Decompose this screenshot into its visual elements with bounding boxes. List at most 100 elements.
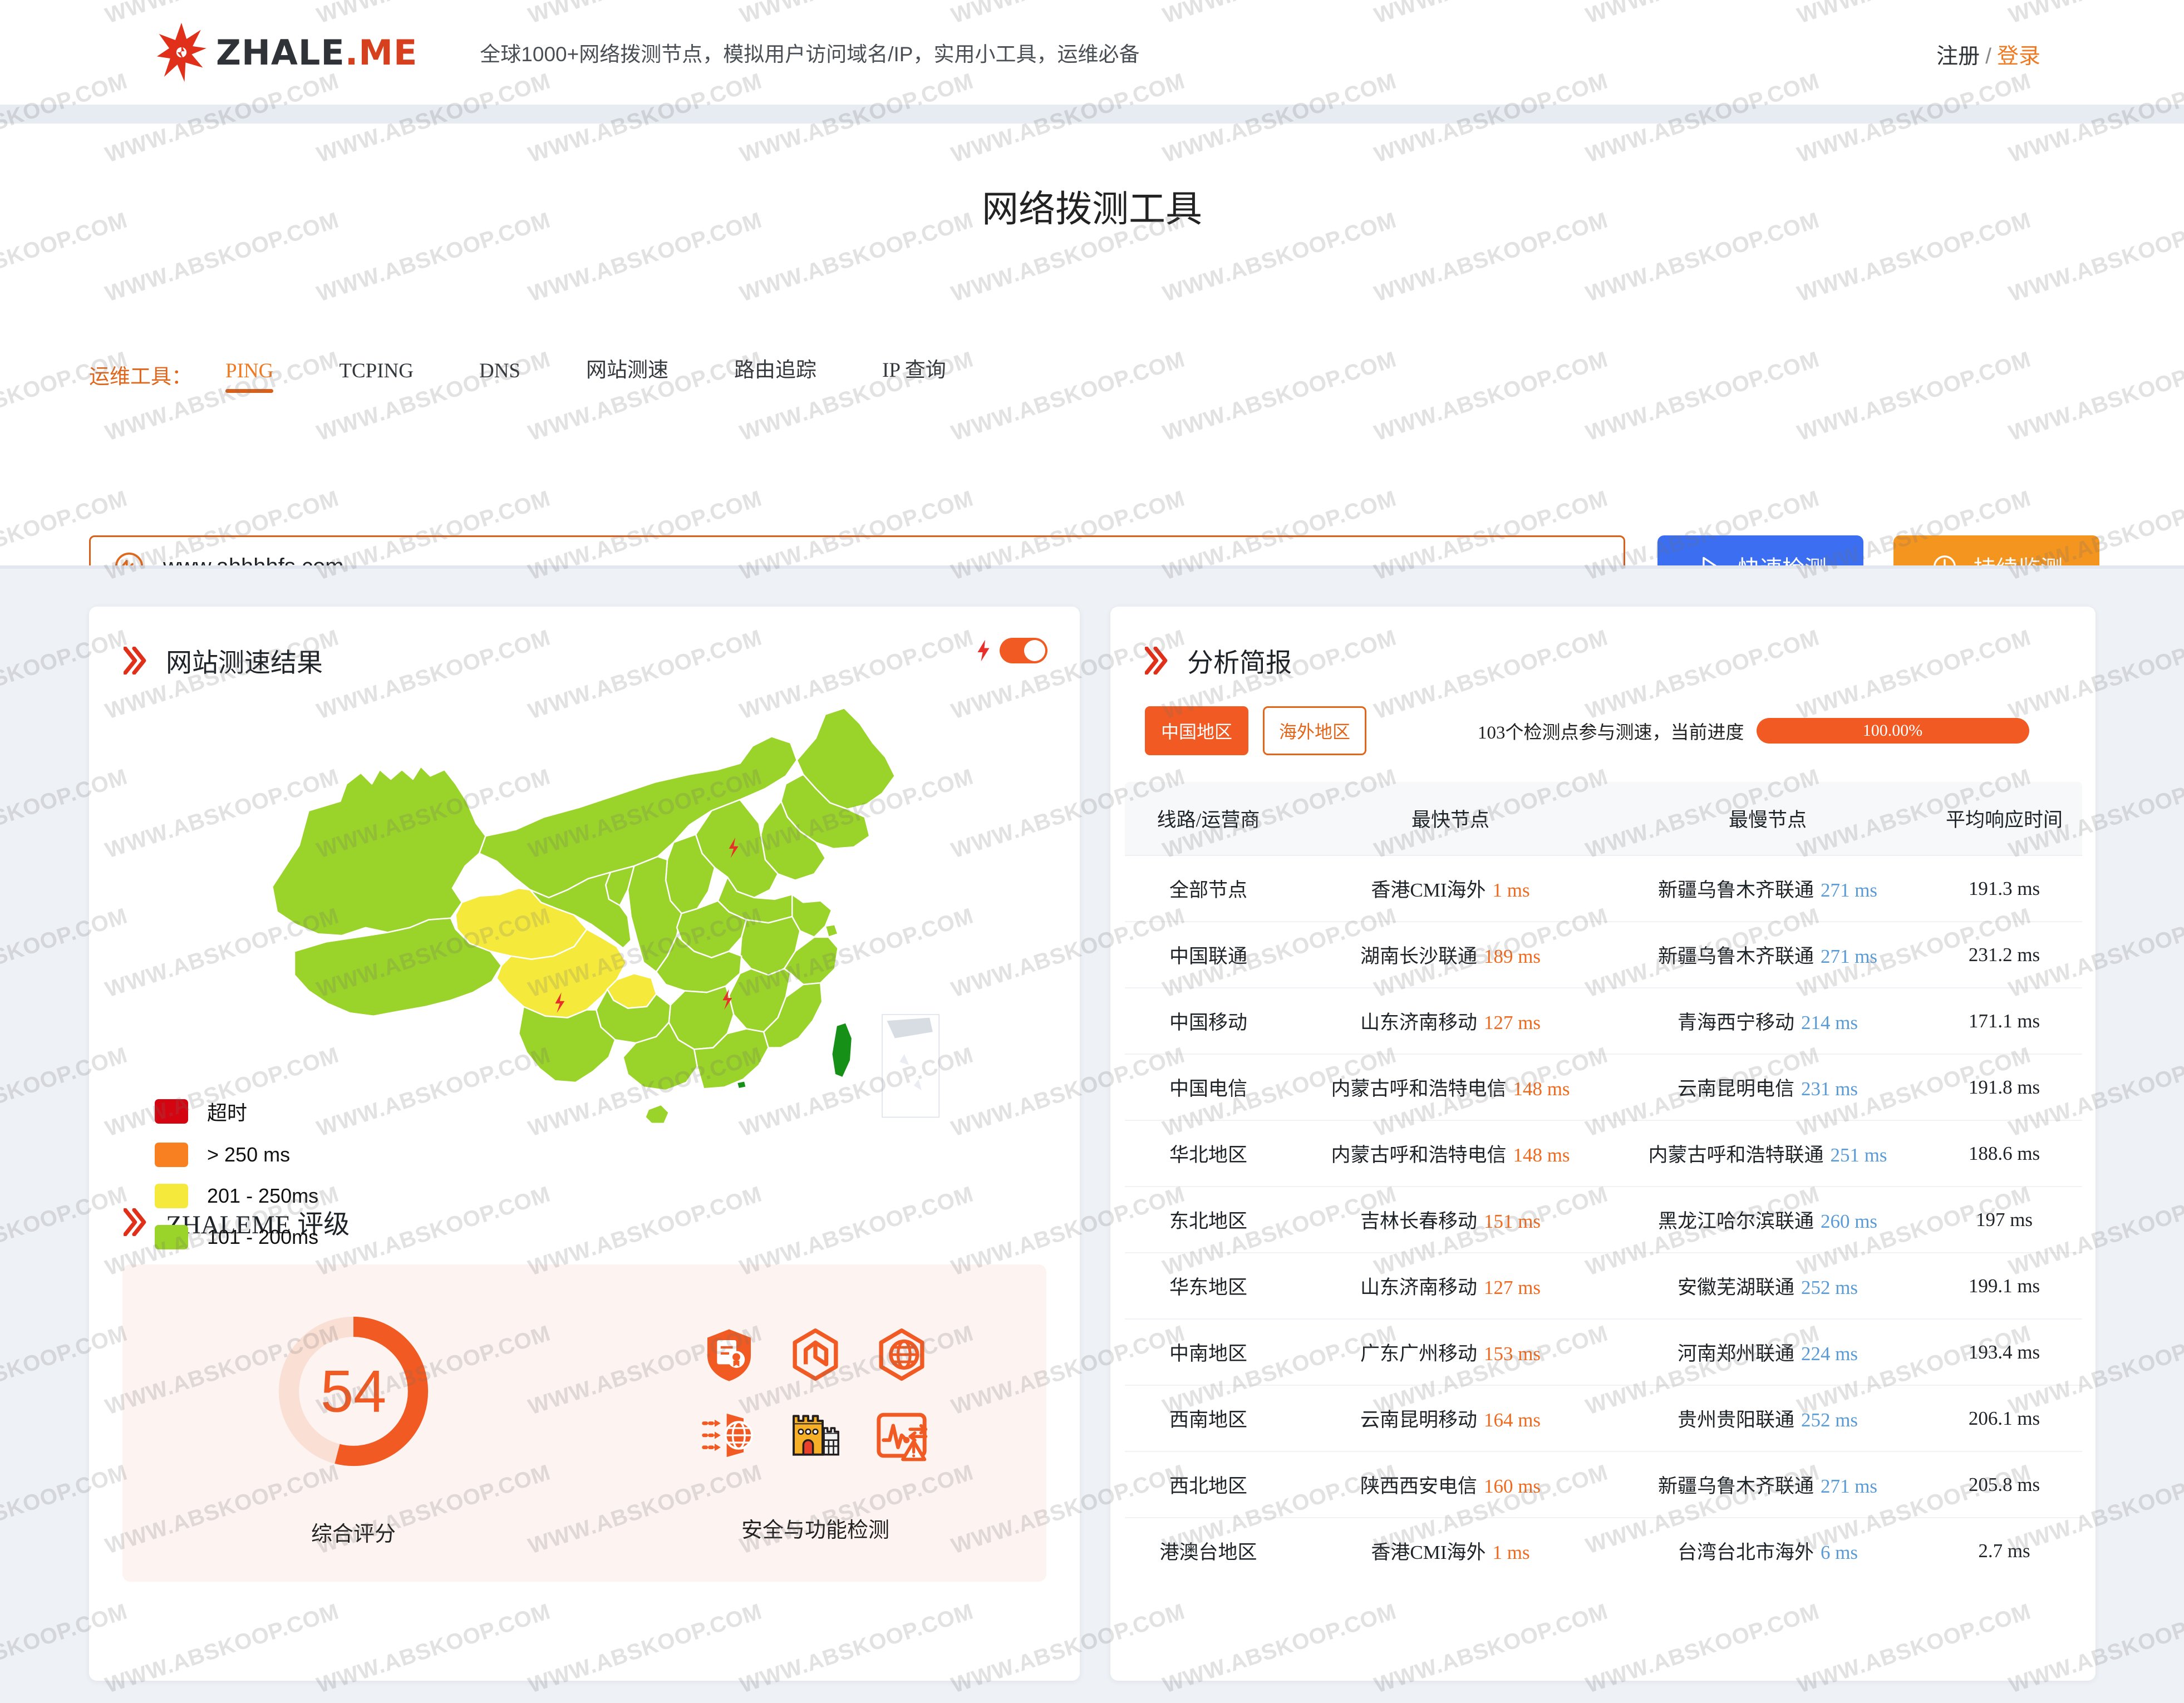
toggle-knob	[1024, 640, 1045, 661]
rating-panel: 54 综合评分	[122, 1264, 1046, 1582]
table-row[interactable]: 华东地区 山东济南移动127 ms 安徽芜湖联通252 ms 199.1 ms	[1125, 1253, 2082, 1319]
table-row[interactable]: 港澳台地区 香港CMI海外1 ms 台湾台北市海外6 ms 2.7 ms	[1125, 1518, 2082, 1583]
logo-wordmark: ZHALE.ME	[216, 32, 417, 73]
tab-dns[interactable]: DNS	[479, 359, 520, 393]
speed-result-card: 网站测速结果	[89, 607, 1080, 1681]
cell-route: 中南地区	[1125, 1319, 1292, 1385]
lightning-bolt-icon	[975, 639, 992, 662]
col-average: 平均响应时间	[1926, 782, 2082, 855]
slow-node-ms: 252 ms	[1801, 1409, 1858, 1431]
globe-hexagon-icon[interactable]	[873, 1326, 931, 1384]
table-row[interactable]: 中南地区 广东广州移动153 ms 河南郑州联通224 ms 193.4 ms	[1125, 1319, 2082, 1385]
table-row[interactable]: 华北地区 内蒙古呼和浩特电信148 ms 内蒙古呼和浩特联通251 ms 188…	[1125, 1120, 2082, 1187]
col-route: 线路/运营商	[1125, 782, 1292, 855]
table-row[interactable]: 东北地区 吉林长春移动151 ms 黑龙江哈尔滨联通260 ms 197 ms	[1125, 1187, 2082, 1253]
cell-fastest: 内蒙古呼和浩特电信148 ms	[1292, 1054, 1609, 1120]
speed-result-header: 网站测速结果	[89, 607, 1080, 680]
tab-ip-lookup[interactable]: IP 查询	[882, 353, 946, 393]
cell-slowest: 青海西宁移动214 ms	[1609, 988, 1926, 1054]
table-row[interactable]: 全部节点 香港CMI海外1 ms 新疆乌鲁木齐联通271 ms 191.3 ms	[1125, 855, 2082, 922]
slow-node-ms: 214 ms	[1801, 1012, 1858, 1033]
legend-item: 超时	[155, 1097, 318, 1126]
region-tab-overseas[interactable]: 海外地区	[1263, 706, 1366, 755]
analysis-title: 分析简报	[1187, 641, 1292, 680]
register-link[interactable]: 注册	[1936, 45, 1980, 68]
slow-node-name: 新疆乌鲁木齐联通	[1658, 946, 1814, 967]
legend-label: 101 - 200ms	[207, 1225, 318, 1249]
china-latency-map[interactable]: 超时 > 250 ms 201 - 250ms 101 - 200ms 51 -…	[89, 680, 1080, 1180]
fast-node-ms: 1 ms	[1493, 879, 1530, 901]
cell-fastest: 香港CMI海外 1 ms	[1292, 1518, 1609, 1583]
progress-percent: 100.00%	[1863, 721, 1923, 740]
analysis-report-card: 分析简报 中国地区 海外地区 103个检测点参与测速，当前进度 100.00% …	[1110, 607, 2096, 1681]
tool-tabs: 运维工具： PING TCPING DNS 网站测速 路由追踪 IP 查询	[89, 353, 1012, 393]
realtime-toggle-group[interactable]	[975, 638, 1047, 663]
cell-route: 全部节点	[1125, 855, 1292, 922]
cdn-arrows-globe-icon[interactable]	[700, 1406, 758, 1464]
slow-node-name: 内蒙古呼和浩特联通	[1648, 1144, 1823, 1166]
legend-label: 超时	[207, 1097, 247, 1126]
security-check-group: 安全与功能检测	[584, 1264, 1046, 1582]
legend-swatch-101-200	[155, 1225, 188, 1249]
slow-node-ms: 231 ms	[1801, 1078, 1858, 1100]
cell-average: 188.6 ms	[1926, 1120, 2082, 1187]
cell-route: 西北地区	[1125, 1451, 1292, 1518]
cell-average: 206.1 ms	[1926, 1385, 2082, 1451]
col-slowest: 最慢节点	[1609, 782, 1926, 855]
fast-node-ms: 1 ms	[1493, 1542, 1530, 1563]
cell-slowest: 内蒙古呼和浩特联通251 ms	[1609, 1120, 1926, 1187]
firewall-castle-icon[interactable]	[786, 1406, 844, 1464]
table-row[interactable]: 西南地区 云南昆明移动164 ms 贵州贵阳联通252 ms 206.1 ms	[1125, 1385, 2082, 1451]
tab-ping[interactable]: PING	[225, 359, 273, 393]
cell-fastest: 内蒙古呼和浩特电信148 ms	[1292, 1120, 1609, 1187]
table-row[interactable]: 中国电信 内蒙古呼和浩特电信148 ms 云南昆明电信231 ms 191.8 …	[1125, 1054, 2082, 1120]
cell-route: 中国移动	[1125, 988, 1292, 1054]
login-link[interactable]: 登录	[1997, 45, 2040, 68]
cube-box-icon[interactable]	[786, 1326, 844, 1384]
fast-node-name: 广东广州移动	[1360, 1343, 1477, 1365]
region-tab-china[interactable]: 中国地区	[1145, 706, 1248, 755]
table-row[interactable]: 中国联通 湖南长沙联通189 ms 新疆乌鲁木齐联通271 ms 231.2 m…	[1125, 922, 2082, 988]
site-logo[interactable]: ZHALE.ME	[156, 22, 417, 83]
score-donut-chart: 54	[273, 1311, 434, 1472]
cell-route: 华东地区	[1125, 1253, 1292, 1319]
fast-node-ms: 189 ms	[1484, 946, 1541, 967]
legend-item: > 250 ms	[155, 1143, 318, 1167]
fast-node-name: 吉林长春移动	[1360, 1210, 1477, 1232]
cell-fastest: 山东济南移动127 ms	[1292, 1253, 1609, 1319]
table-row[interactable]: 中国移动 山东济南移动127 ms 青海西宁移动214 ms 171.1 ms	[1125, 988, 2082, 1054]
fast-node-ms: 127 ms	[1484, 1277, 1541, 1298]
legend-label: 201 - 250ms	[207, 1184, 318, 1208]
slow-node-name: 黑龙江哈尔滨联通	[1658, 1210, 1814, 1232]
progress-text: 103个检测点参与测速，当前进度	[1478, 717, 1744, 744]
slow-node-name: 贵州贵阳联通	[1678, 1409, 1794, 1431]
tab-tcping[interactable]: TCPING	[339, 359, 414, 393]
score-caption: 综合评分	[311, 1517, 396, 1547]
cell-route: 东北地区	[1125, 1187, 1292, 1253]
cell-fastest: 香港CMI海外1 ms	[1292, 855, 1609, 922]
legend-label: > 250 ms	[207, 1143, 290, 1166]
cell-slowest: 贵州贵阳联通 252 ms	[1609, 1385, 1926, 1451]
table-row[interactable]: 西北地区 陕西西安电信160 ms 新疆乌鲁木齐联通271 ms 205.8 m…	[1125, 1451, 2082, 1518]
fast-node-name: 香港CMI海外	[1371, 1542, 1485, 1563]
legend-swatch-over250	[155, 1143, 188, 1167]
slow-node-name: 新疆乌鲁木齐联通	[1658, 1475, 1814, 1497]
tab-site-speed[interactable]: 网站测速	[586, 353, 668, 393]
monitoring-alert-icon[interactable]	[873, 1406, 931, 1464]
legend-swatch-201-250	[155, 1184, 188, 1208]
fast-node-ms: 127 ms	[1484, 1012, 1541, 1033]
cell-fastest: 广东广州移动153 ms	[1292, 1319, 1609, 1385]
fast-node-ms: 151 ms	[1484, 1210, 1541, 1232]
app-root: ZHALE.ME 全球1000+网络拨测节点，模拟用户访问域名/IP，实用小工具…	[0, 0, 2184, 1703]
slow-node-ms: 271 ms	[1821, 1475, 1877, 1497]
fast-node-name: 内蒙古呼和浩特电信	[1331, 1078, 1506, 1100]
double-chevron-right-icon	[1145, 647, 1169, 675]
security-caption: 安全与功能检测	[741, 1513, 889, 1543]
tab-traceroute[interactable]: 路由追踪	[734, 353, 816, 393]
cell-fastest: 云南昆明移动164 ms	[1292, 1385, 1609, 1451]
cell-average: 193.4 ms	[1926, 1319, 2082, 1385]
cell-route: 港澳台地区	[1125, 1518, 1292, 1583]
ssl-certificate-shield-icon[interactable]	[700, 1326, 758, 1384]
realtime-toggle-switch[interactable]	[1000, 638, 1047, 663]
fast-node-name: 陕西西安电信	[1360, 1475, 1477, 1497]
